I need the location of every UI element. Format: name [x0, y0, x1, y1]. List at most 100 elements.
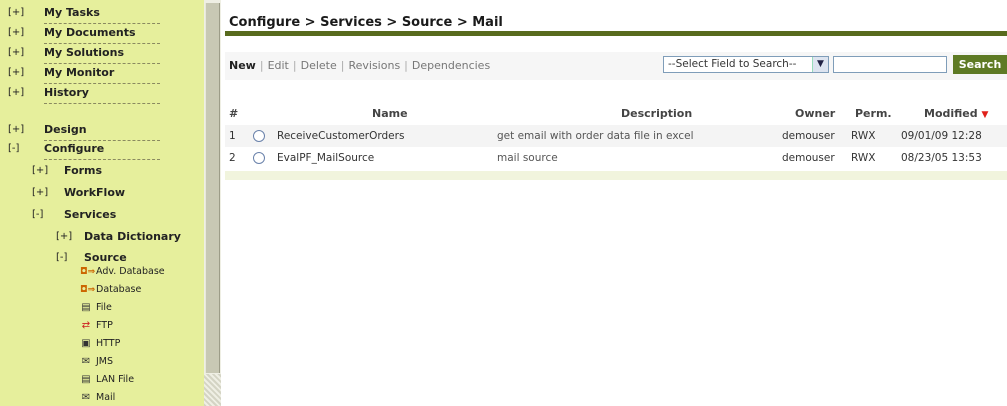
nav-item-data-dictionary[interactable]: [+] Data Dictionary: [0, 228, 200, 246]
col-header-owner[interactable]: Owner: [795, 107, 835, 120]
table-row[interactable]: 2 EvalPF_MailSource mail source demouser…: [225, 147, 1007, 169]
col-header-modified-label: Modified: [924, 107, 978, 120]
breadcrumb: Configure > Services > Source > Mail: [229, 15, 503, 30]
chevron-down-icon[interactable]: ▼: [812, 57, 828, 72]
row-owner: demouser: [782, 152, 835, 164]
dependencies-link[interactable]: Dependencies: [412, 59, 490, 72]
adv-database-icon: ◘⇒: [80, 267, 96, 277]
jms-icon: ✉: [81, 356, 91, 367]
search-input[interactable]: [833, 56, 947, 73]
sort-desc-icon: ▼: [981, 110, 989, 120]
lan-file-icon: ▤: [81, 374, 91, 385]
expand-toggle[interactable]: [+]: [32, 162, 48, 180]
row-number: 2: [229, 152, 236, 164]
col-header-name[interactable]: Name: [372, 107, 408, 120]
nav-item-label[interactable]: JMS: [96, 356, 113, 367]
row-owner: demouser: [782, 130, 835, 142]
resize-grip[interactable]: [204, 374, 221, 406]
nav-item-label[interactable]: Database: [96, 284, 141, 295]
nav-item-adv-database[interactable]: ◘⇒Adv. Database: [80, 263, 165, 280]
row-description: get email with order data file in excel: [497, 130, 694, 142]
title-divider: [225, 31, 1007, 36]
nav-item-label[interactable]: History: [44, 84, 89, 102]
nav-item-design[interactable]: [+] Design: [0, 121, 160, 141]
nav-item-workflow[interactable]: [+] WorkFlow: [0, 184, 200, 202]
table-header: # Name Description Owner Perm. Modified …: [225, 107, 1007, 123]
nav-item-ftp[interactable]: ⇄ FTP: [80, 317, 113, 334]
expand-toggle[interactable]: [+]: [8, 44, 24, 62]
nav-item-label[interactable]: Mail: [96, 392, 115, 403]
nav-item-label[interactable]: Design: [44, 121, 87, 139]
nav-item-my-monitor[interactable]: [+] My Monitor: [0, 64, 160, 84]
nav-item-my-tasks[interactable]: [+] My Tasks: [0, 4, 160, 24]
row-name[interactable]: EvalPF_MailSource: [277, 147, 374, 169]
nav-item-label[interactable]: WorkFlow: [64, 184, 125, 202]
nav-item-lan-file[interactable]: ▤ LAN File: [80, 371, 134, 388]
col-header-num: #: [229, 107, 239, 120]
search-field-select[interactable]: --Select Field to Search-- ▼: [663, 56, 829, 73]
search-button[interactable]: Search: [953, 55, 1007, 74]
nav-item-label[interactable]: HTTP: [96, 338, 120, 349]
action-links: New | Edit | Delete | Revisions | Dependencies: [229, 59, 491, 72]
nav-item-label[interactable]: LAN File: [96, 374, 134, 385]
nav-item-label[interactable]: FTP: [96, 320, 113, 331]
nav-item-mail[interactable]: ✉ Mail: [80, 389, 116, 406]
nav-item-forms[interactable]: [+] Forms: [0, 162, 200, 180]
nav-item-label[interactable]: My Tasks: [44, 4, 100, 22]
col-header-perm[interactable]: Perm.: [855, 107, 892, 120]
scrollbar-thumb[interactable]: [205, 3, 220, 373]
main-content: Configure > Services > Source > Mail New…: [225, 0, 1007, 406]
row-name[interactable]: ReceiveCustomerOrders: [277, 125, 404, 147]
collapse-toggle[interactable]: [-]: [32, 206, 43, 224]
expand-toggle[interactable]: [+]: [8, 121, 24, 139]
expand-toggle[interactable]: [+]: [8, 4, 24, 22]
nav-item-configure[interactable]: [-] Configure: [0, 140, 160, 160]
sidebar-scrollbar[interactable]: [204, 0, 221, 406]
expand-toggle[interactable]: [+]: [8, 64, 24, 82]
nav-item-services[interactable]: [-] Services: [0, 206, 200, 224]
nav-item-my-solutions[interactable]: [+] My Solutions: [0, 44, 160, 64]
mail-icon: ✉: [81, 392, 91, 403]
nav-item-label[interactable]: Forms: [64, 162, 102, 180]
expand-toggle[interactable]: [+]: [8, 24, 24, 42]
row-modified: 08/23/05 13:53: [901, 152, 982, 164]
nav-item-label[interactable]: My Monitor: [44, 64, 114, 82]
nav-item-label[interactable]: My Solutions: [44, 44, 124, 62]
row-perm: RWX: [851, 152, 876, 164]
nav-item-label[interactable]: Configure: [44, 140, 104, 158]
nav-item-label[interactable]: File: [96, 302, 112, 313]
delete-link[interactable]: Delete: [301, 59, 337, 72]
expand-toggle[interactable]: [+]: [56, 228, 72, 246]
ftp-icon: ⇄: [81, 320, 91, 331]
table-row[interactable]: 1 ReceiveCustomerOrders get email with o…: [225, 125, 1007, 147]
row-select-radio[interactable]: [253, 130, 265, 142]
row-number: 1: [229, 130, 236, 142]
new-link[interactable]: New: [229, 59, 256, 72]
row-select-radio[interactable]: [253, 152, 265, 164]
row-modified: 09/01/09 12:28: [901, 130, 982, 142]
database-icon: ◘⇒: [80, 285, 96, 295]
col-header-modified[interactable]: Modified ▼: [924, 107, 988, 120]
nav-item-my-documents[interactable]: [+] My Documents: [0, 24, 160, 44]
collapse-toggle[interactable]: [-]: [8, 140, 19, 158]
file-icon: ▤: [81, 302, 91, 313]
nav-item-jms[interactable]: ✉ JMS: [80, 353, 113, 370]
collapse-toggle[interactable]: [-]: [56, 249, 67, 267]
nav-item-http[interactable]: ▣ HTTP: [80, 335, 120, 352]
nav-item-label[interactable]: My Documents: [44, 24, 136, 42]
http-icon: ▣: [81, 338, 91, 349]
expand-toggle[interactable]: [+]: [32, 184, 48, 202]
nav-item-history[interactable]: [+] History: [0, 84, 160, 104]
edit-link[interactable]: Edit: [268, 59, 289, 72]
nav-item-file[interactable]: ▤ File: [80, 299, 112, 316]
table-footer: [225, 171, 1007, 180]
expand-toggle[interactable]: [+]: [8, 84, 24, 102]
nav-item-label[interactable]: Services: [64, 206, 116, 224]
nav-item-database[interactable]: ◘⇒Database: [80, 281, 141, 298]
nav-item-label[interactable]: Adv. Database: [96, 266, 165, 277]
search-field-select-value: --Select Field to Search--: [668, 58, 797, 70]
col-header-description[interactable]: Description: [621, 107, 692, 120]
revisions-link[interactable]: Revisions: [348, 59, 400, 72]
navigation-sidebar: [+] My Tasks [+] My Documents [+] My Sol…: [0, 0, 204, 406]
nav-item-label[interactable]: Data Dictionary: [84, 228, 181, 246]
